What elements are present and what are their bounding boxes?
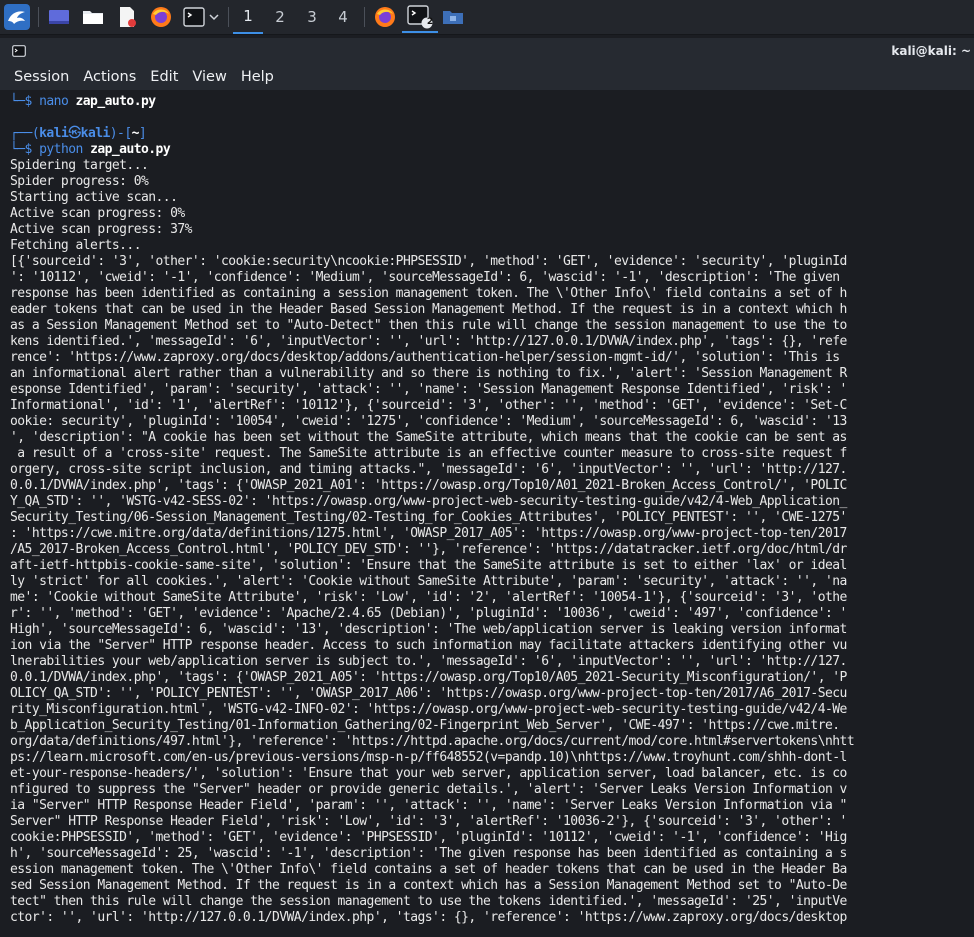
show-desktop-button[interactable] <box>46 3 72 31</box>
workspace-1[interactable]: 1 <box>233 0 263 34</box>
output-line: rence': 'https://www.zaproxy.org/docs/de… <box>10 350 840 365</box>
top-panel: 1 2 3 4 2 <box>0 0 974 35</box>
output-line: 0.0.1/DVWA/index.php', 'tags': {'OWASP_2… <box>10 670 847 685</box>
output-line: aft-ietf-httpbis-cookie-same-site', 'sol… <box>10 558 847 573</box>
output-line: orgery, cross-site script inclusion, and… <box>10 462 847 477</box>
output-line: me': 'Cookie without SameSite Attribute'… <box>10 590 847 605</box>
command-line: └─$ python zap_auto.py <box>10 142 171 157</box>
output-line: b_Application_Security_Testing/01-Inform… <box>10 718 840 733</box>
output-line: ': '10112', 'cweid': '-1', 'confidence':… <box>10 270 840 285</box>
menu-session[interactable]: Session <box>0 69 76 85</box>
workspace-2[interactable]: 2 <box>265 0 295 34</box>
workspace-3[interactable]: 3 <box>297 0 327 34</box>
text-editor-icon <box>120 7 136 27</box>
output-line: cookie:PHPSESSID', 'method': 'GET', 'evi… <box>10 830 847 845</box>
prompt-line: ┌──(kali㉿kali)-[~] <box>10 126 147 141</box>
desktop-icon <box>49 10 69 24</box>
window-title: kali@kali: ~ <box>891 44 971 58</box>
window-titlebar[interactable]: kali@kali: ~ <box>0 38 974 64</box>
output-line: tect" then this rule will change the ses… <box>10 894 847 909</box>
output-line: a result of a 'cross-site' request. The … <box>10 446 847 461</box>
output-line: esponse Identified', 'param': 'security'… <box>10 382 847 397</box>
output-line: eader tokens that can be used in the Hea… <box>10 302 847 317</box>
terminal-icon <box>12 45 26 57</box>
prompt-dir: ~ <box>131 126 140 141</box>
menu-help[interactable]: Help <box>234 69 281 85</box>
previous-command: nano <box>39 94 69 109</box>
output-line: Active scan progress: 37% <box>10 222 192 237</box>
workspace-4[interactable]: 4 <box>328 0 358 34</box>
output-line: High', 'sourceMessageId': 6, 'wascid': '… <box>10 622 847 637</box>
folder-icon <box>83 11 103 24</box>
output-line: Starting active scan... <box>10 190 178 205</box>
output-line: nfigured to suppress the "Server" header… <box>10 782 847 797</box>
output-line: sed Session Management Method. If the re… <box>10 878 847 893</box>
output-line: lnerabilities your web/application serve… <box>10 654 847 669</box>
output-line: ion via the "Server" HTTP response heade… <box>10 638 847 653</box>
output-line: response has been identified as containi… <box>10 286 847 301</box>
menu-edit[interactable]: Edit <box>143 69 185 85</box>
prompt-user: kali <box>39 126 69 141</box>
taskbar-terminal-window[interactable]: 2 <box>404 3 436 31</box>
kali-dragon-icon <box>4 4 30 30</box>
panel-separator <box>364 7 365 27</box>
panel-separator <box>228 7 229 27</box>
command-arg: zap_auto.py <box>90 142 171 157</box>
active-window-indicator <box>402 31 438 33</box>
previous-command-line: └─$ nano zap_auto.py <box>10 94 157 109</box>
output-line: rity_Misconfiguration.html', 'WSTG-v42-I… <box>10 702 847 717</box>
prompt-at: ㉿ <box>68 126 81 141</box>
output-line: et-your-response-headers/', 'solution': … <box>10 766 847 781</box>
menu-actions[interactable]: Actions <box>76 69 143 85</box>
text-editor-launcher[interactable] <box>114 3 140 31</box>
output-line: [{'sourceid': '3', 'other': 'cookie:secu… <box>10 254 847 269</box>
output-line: ia "Server" HTTP Response Header Field',… <box>10 798 847 813</box>
output-line: : 'https://cwe.mitre.org/data/definition… <box>10 526 847 541</box>
menu-view[interactable]: View <box>185 69 233 85</box>
output-line: Fetching alerts... <box>10 238 142 253</box>
output-line: Server" HTTP Response Header Field', 'ri… <box>10 814 847 829</box>
output-line: ', 'description': "A cookie has been set… <box>10 430 847 445</box>
terminal-launcher[interactable] <box>178 3 224 31</box>
terminal-icon <box>183 7 205 27</box>
output-line: an informational alert rather than a vul… <box>10 366 847 381</box>
window-count-badge: 2 <box>426 17 434 27</box>
output-line: ession management token. The \'Other Inf… <box>10 862 847 877</box>
output-line: Informational', 'id': '1', 'alertRef': '… <box>10 398 847 413</box>
folder-icon <box>443 11 463 24</box>
output-line: Security_Testing/06-Session_Management_T… <box>10 510 847 525</box>
taskbar-firefox-window[interactable] <box>372 3 398 31</box>
output-line: ly 'strict' for all cookies.', 'alert': … <box>10 574 847 589</box>
output-line: h', 'sourceMessageId': 25, 'wascid': '-1… <box>10 846 847 861</box>
output-line: ctor': '', 'url': 'http://127.0.0.1/DVWA… <box>10 910 847 925</box>
output-line: r': '', 'method': 'GET', 'evidence': 'Ap… <box>10 606 847 621</box>
output-line: OLICY_QA_STD': '', 'POLICY_PENTEST': '',… <box>10 686 847 701</box>
output-line: Y_QA_STD': '', 'WSTG-v42-SESS-02': 'http… <box>10 494 847 509</box>
panel-separator <box>38 7 39 27</box>
output-line: ookie: security', 'pluginId': '10054', '… <box>10 414 847 429</box>
output-line: /A5_2017-Broken_Access_Control.html', 'P… <box>10 542 847 557</box>
file-manager-launcher[interactable] <box>80 3 106 31</box>
output-line: Spider progress: 0% <box>10 174 149 189</box>
previous-command-arg: zap_auto.py <box>75 94 157 109</box>
output-line: kens identified.', 'messageId': '6', 'in… <box>10 334 847 349</box>
firefox-icon <box>151 7 171 27</box>
terminal-output-area[interactable]: └─$ nano zap_auto.py ┌──(kali㉿kali)-[~] … <box>0 90 974 937</box>
taskbar-folder-window[interactable] <box>440 3 466 31</box>
chevron-down-icon[interactable] <box>209 13 219 21</box>
menu-bar: Session Actions Edit View Help <box>0 64 974 90</box>
prompt-host: kali <box>80 126 111 141</box>
output-line: 0.0.1/DVWA/index.php', 'tags': {'OWASP_2… <box>10 478 847 493</box>
firefox-launcher[interactable] <box>148 3 174 31</box>
output-line: as a Session Management Method set to "A… <box>10 318 847 333</box>
output-line: Active scan progress: 0% <box>10 206 185 221</box>
output-line: ps://learn.microsoft.com/en-us/previous-… <box>10 750 847 765</box>
command: python <box>39 142 83 157</box>
firefox-icon <box>375 7 395 27</box>
output-line: org/data/definitions/497.html'}, 'refere… <box>10 734 855 749</box>
kali-menu-button[interactable] <box>3 3 31 31</box>
output-line: Spidering target... <box>10 158 149 173</box>
